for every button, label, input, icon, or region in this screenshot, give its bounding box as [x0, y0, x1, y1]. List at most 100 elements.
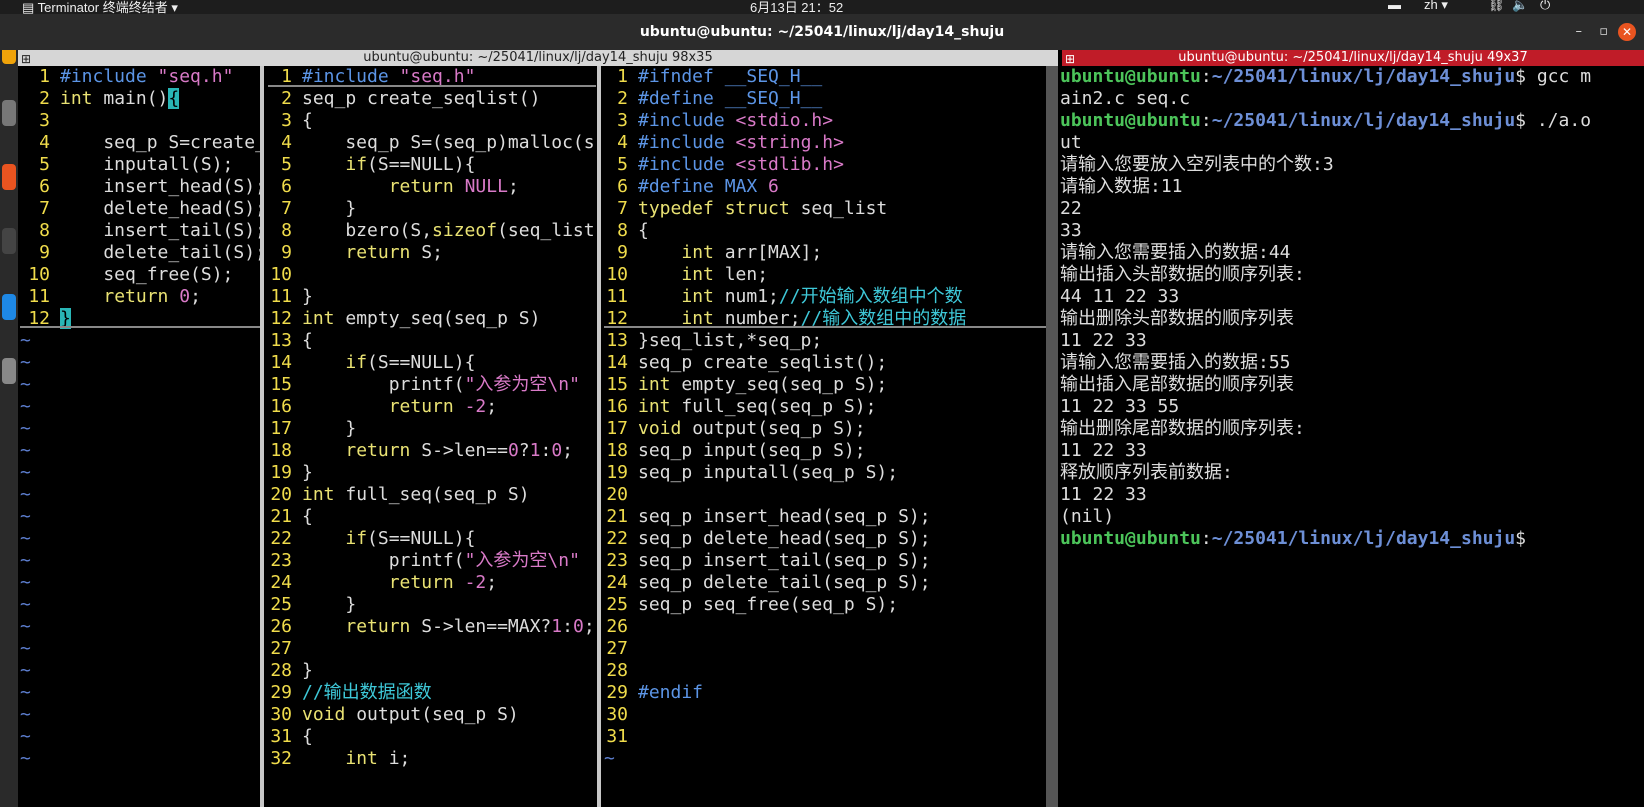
dock-app-icon[interactable] [2, 228, 16, 254]
code-token: #define __SEQ_H__ [638, 88, 823, 109]
code-token: 0 [507, 440, 519, 461]
code-line: 3{ [268, 110, 596, 132]
code-token: { [302, 110, 313, 131]
code-line: 17 } [268, 418, 596, 440]
code-token: seq_p inputall(seq_p S); [638, 462, 899, 483]
code-token: int [302, 308, 335, 329]
volume-icon[interactable]: 🔈 [1512, 0, 1528, 13]
line-number: 4 [281, 132, 292, 153]
code-token: { [168, 88, 180, 109]
empty-line-marker: ~ [20, 506, 31, 527]
empty-line-marker: ~ [20, 572, 31, 593]
split-divider[interactable] [597, 66, 601, 807]
code-token: { [302, 330, 313, 351]
line-number: 21 [270, 506, 292, 527]
empty-line-marker: ~ [20, 682, 31, 703]
terminal-line: 11 22 33 [1060, 330, 1644, 352]
window-underline [268, 85, 596, 87]
terminal-line: 输出插入头部数据的顺序列表: [1060, 264, 1644, 286]
code-token: seq_p seq_free(seq_p S); [638, 594, 899, 615]
line-number: 5 [39, 154, 50, 175]
line-number: 9 [617, 242, 628, 263]
vim-pane-main-c[interactable]: 1 #include "seq.h" 2 int main(){3 4 seq_p S=… [20, 66, 260, 807]
maximize-icon[interactable]: ▫ [1599, 14, 1608, 50]
empty-line-marker: ~ [20, 704, 31, 725]
empty-line-marker: ~ [20, 726, 31, 747]
line-number: 27 [270, 638, 292, 659]
code-line: 22 seq_p delete_head(seq_p S); [604, 528, 1046, 550]
dock-terminal-icon[interactable] [2, 358, 16, 384]
code-token: } [302, 462, 313, 483]
code-line: 27 [268, 638, 596, 660]
window-switch-icon[interactable]: ▬ [1388, 0, 1401, 12]
code-line: 19 seq_p inputall(seq_p S); [604, 462, 1046, 484]
dock-app-icon[interactable] [2, 294, 16, 320]
code-token: 0 [179, 286, 191, 307]
code-token: #include [638, 154, 736, 175]
pane-divider[interactable] [1046, 66, 1058, 807]
line-number: 4 [617, 132, 628, 153]
terminal-line: 输出插入尾部数据的顺序列表 [1060, 374, 1644, 396]
line-number: 6 [617, 176, 628, 197]
line-number: 18 [270, 440, 292, 461]
split-divider[interactable] [260, 66, 264, 807]
dock-app-icon[interactable] [2, 164, 16, 190]
code-line: 3 #include <stdio.h> [604, 110, 1046, 132]
code-token: #ifndef __SEQ_H__ [638, 66, 823, 87]
empty-line-marker: ~ [604, 748, 615, 769]
vim-pane-seq-c[interactable]: 1 #include "seq.h" 2 seq_p create_seqlist()… [268, 66, 596, 807]
line-number: 8 [617, 220, 628, 241]
left-pane-title-bar[interactable]: ⊞ ubuntu@ubuntu: ~/25041/linux/lj/day14_… [18, 50, 1058, 66]
line-number: 10 [28, 264, 50, 285]
line-number: 3 [39, 110, 50, 131]
code-token: "入参为空\n" [464, 550, 580, 571]
code-line: 11 return 0; [20, 286, 260, 308]
dock-app-icon[interactable] [2, 100, 16, 126]
window-underline [20, 326, 260, 328]
right-pane-title-bar[interactable]: ⊞ ubuntu@ubuntu: ~/25041/linux/lj/day14_… [1062, 50, 1644, 66]
terminal-output[interactable]: ubuntu@ubuntu:~/25041/linux/lj/day14_shu… [1060, 66, 1644, 807]
close-icon[interactable]: ✕ [1618, 23, 1636, 41]
vim-pane-seq-h[interactable]: 1 #ifndef __SEQ_H__ 2 #define __SEQ_H__ 3 #in… [604, 66, 1046, 807]
terminal-icon: ▤ [22, 0, 38, 15]
power-icon[interactable]: ⏻ [1540, 0, 1550, 13]
line-number: 2 [281, 88, 292, 109]
code-token: 22 [1060, 198, 1082, 219]
code-line: 19} [268, 462, 596, 484]
line-number: 8 [39, 220, 50, 241]
empty-line-marker: ~ [20, 396, 31, 417]
code-token: if [345, 528, 368, 549]
terminal-line: ain2.c seq.c [1060, 88, 1644, 110]
line-number: 7 [617, 198, 628, 219]
code-token: ; [190, 286, 201, 307]
minimize-icon[interactable]: – [1576, 14, 1583, 50]
code-line: 15 int empty_seq(seq_p S); [604, 374, 1046, 396]
code-token: int [638, 374, 671, 395]
code-token: int [302, 484, 335, 505]
terminal-line: 33 [1060, 220, 1644, 242]
empty-line-marker: ~ [20, 638, 31, 659]
terminal-grid-icon[interactable]: ⊞ [21, 51, 31, 66]
code-line: 16 return -2; [268, 396, 596, 418]
code-token: arr[MAX]; [713, 242, 823, 263]
code-token: 输出插入尾部数据的顺序列表 [1060, 374, 1294, 395]
code-line: 3 [20, 110, 260, 132]
code-token: len; [713, 264, 769, 285]
code-token: int [681, 264, 714, 285]
code-token: <stdio.h> [735, 110, 834, 131]
code-token: } [302, 418, 357, 439]
code-token: : [1200, 528, 1212, 549]
terminal-grid-icon[interactable]: ⊞ [1065, 51, 1075, 66]
terminal-line: 请输入您需要插入的数据:55 [1060, 352, 1644, 374]
code-token: //开始输入数组中个数 [778, 286, 963, 307]
network-icon[interactable]: ⛓ [1488, 0, 1505, 13]
line-number: 1 [617, 66, 628, 87]
input-method[interactable]: zh ▾ [1424, 0, 1448, 13]
